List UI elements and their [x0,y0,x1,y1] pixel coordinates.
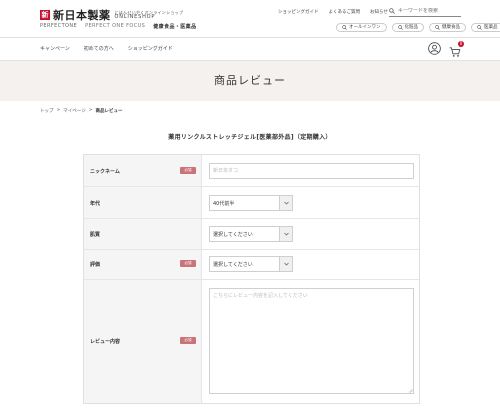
brand-perfectone[interactable]: PERFECTONE [40,23,77,30]
form-label-cell: 肌質 [84,219,202,249]
pill-label: 健康食品 [442,25,460,30]
review-form: ニックネーム 必須 年代 40代前半 肌質 選択してください 評価 必須 [83,154,420,404]
page-hero: 商品レビュー [0,61,500,101]
pill-health-food[interactable]: 健康食品 [429,23,466,32]
form-label-cell: 評価 必須 [84,250,202,279]
logo-sub-line2: ONLINESHOP [114,14,156,20]
brand-health[interactable]: 健康食品・医薬品 [153,23,196,30]
form-row-age: 年代 40代前半 [84,187,419,219]
brand-links: PERFECTONE PERFECT ONE FOCUS 健康食品・医薬品 [40,23,196,30]
resize-handle-icon[interactable] [408,388,413,393]
pill-label: 化粧品 [404,25,419,30]
header-divider [0,37,500,38]
user-icon[interactable] [428,42,441,55]
chevron-down-icon [279,196,292,210]
search-icon [397,25,403,30]
page-title: 商品レビュー [214,74,286,87]
nickname-label: ニックネーム [90,169,120,175]
rating-label: 評価 [90,262,101,268]
pill-cosmetics[interactable]: 化粧品 [391,23,424,32]
nav-item-campaign[interactable]: キャンペーン [40,45,70,52]
util-link-guide[interactable]: ショッピングガイド [278,9,319,15]
site-logo[interactable]: 新 新日本製薬 にほんせいやくオンラインショップ ONLINESHOP [40,7,183,23]
product-title: 薬用リンクルストレッチジェル[医薬部外品]（定期購入） [168,134,332,141]
age-label: 年代 [90,201,101,207]
cart-count-badge: 0 [458,40,464,47]
form-label-cell: 年代 [84,187,202,218]
search-icon[interactable] [389,8,395,14]
form-row-rating: 評価 必須 選択してください [84,250,419,280]
skin-label: 肌質 [90,232,101,238]
breadcrumb-top[interactable]: トップ [40,108,54,114]
search-icon [477,25,482,30]
logo-sub: にほんせいやくオンラインショップ ONLINESHOP [115,10,184,20]
rating-selected-value: 選択してください [213,261,253,268]
breadcrumb: トップ > マイページ > 商品レビュー [40,108,122,114]
form-label-cell: ニックネーム 必須 [84,155,202,186]
util-link-faq[interactable]: よくあるご質問 [329,9,361,15]
nav-icons: 0 [428,40,464,57]
form-label-cell: レビュー内容 必須 [84,280,202,403]
breadcrumb-separator: > [56,108,61,113]
review-label: レビュー内容 [90,339,121,345]
search-input[interactable] [398,8,458,14]
pill-label: オールインワン [349,25,381,30]
nav-item-guide[interactable]: ショッピングガイド [128,45,173,52]
search-box [389,6,461,17]
category-pills: オールインワン 化粧品 健康食品 医薬品 [336,23,500,32]
logo-text: 新日本製薬 [53,9,111,22]
brand-perfectone-focus[interactable]: PERFECT ONE FOCUS [85,23,145,30]
search-icon [435,25,440,30]
age-selected-value: 40代前半 [213,200,235,207]
skin-select[interactable]: 選択してください [209,226,293,242]
logo-mark-icon: 新 [40,10,50,20]
utility-links: ショッピングガイド よくあるご質問 お知らせ [278,9,388,15]
breadcrumb-separator: > [88,108,93,113]
form-row-nickname: ニックネーム 必須 [84,155,419,187]
pill-label: 医薬品 [484,25,498,30]
nickname-input[interactable] [209,163,414,179]
pill-medicine[interactable]: 医薬品 [471,23,500,32]
cart-icon [449,46,461,57]
rating-select[interactable]: 選択してください [209,256,293,272]
cart-button[interactable]: 0 [449,40,464,57]
review-textarea[interactable] [209,288,414,394]
main-nav: キャンペーン 初めての方へ ショッピングガイド [40,45,173,52]
required-badge: 必須 [180,167,196,174]
chevron-down-icon [279,227,292,241]
pill-allinone[interactable]: オールインワン [336,23,387,32]
breadcrumb-mypage[interactable]: マイページ [63,108,85,114]
form-row-skin: 肌質 選択してください [84,219,419,250]
required-badge: 必須 [180,260,196,267]
search-icon [342,25,347,30]
chevron-down-icon [279,257,292,271]
util-link-news[interactable]: お知らせ [370,9,388,15]
skin-selected-value: 選択してください [213,231,253,238]
nav-item-first-time[interactable]: 初めての方へ [84,45,114,52]
breadcrumb-current: 商品レビュー [95,109,123,114]
age-select[interactable]: 40代前半 [209,195,293,211]
top-bar: 新 新日本製薬 にほんせいやくオンラインショップ ONLINESHOP PERF… [0,0,500,36]
form-row-review: レビュー内容 必須 [84,280,419,403]
required-badge: 必須 [180,337,196,344]
